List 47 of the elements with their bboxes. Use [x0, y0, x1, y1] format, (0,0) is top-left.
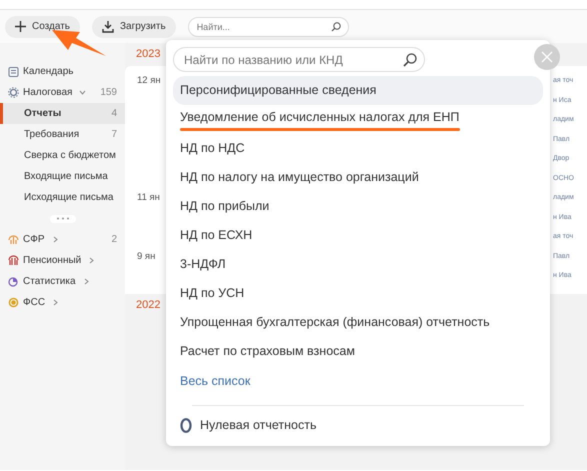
- menu-item[interactable]: Расчет по страховым взносам: [173, 337, 543, 366]
- count-label: 159: [100, 86, 117, 100]
- menu-item[interactable]: НД по налогу на имущество организаций: [173, 163, 543, 192]
- sidebar-item[interactable]: Пенсионный: [0, 250, 125, 271]
- menu-item[interactable]: Персонифицированные сведения: [173, 76, 543, 105]
- sidebar-label: Требования: [24, 128, 80, 142]
- sidebar-item[interactable]: Статистика: [0, 271, 125, 292]
- all-list-link[interactable]: Весь список: [173, 366, 258, 397]
- create-button[interactable]: Создать: [5, 16, 80, 38]
- count-label: 2: [111, 233, 117, 247]
- sidebar-item[interactable]: Исходящие письма: [0, 187, 125, 208]
- menu-item[interactable]: 3-НДФЛ: [173, 250, 543, 279]
- menu-item[interactable]: НД по прибыли: [173, 192, 543, 221]
- sidebar-item[interactable]: СФР 2: [0, 229, 125, 250]
- menu-item[interactable]: НД по УСН: [173, 279, 543, 308]
- sidebar-label: Статистика: [23, 275, 76, 289]
- sidebar-item[interactable]: Требования 7: [0, 124, 125, 145]
- count-label: 7: [111, 128, 117, 142]
- year-label: 2023: [136, 47, 160, 62]
- sidebar-item[interactable]: Входящие письма: [0, 166, 125, 187]
- sidebar-label: Отчеты: [24, 107, 62, 121]
- menu-item[interactable]: Упрощенная бухгалтерская (финансовая) отчетность: [173, 308, 543, 337]
- year-label: 2022: [136, 298, 160, 313]
- sidebar-label: Входящие письма: [24, 170, 108, 184]
- search-field[interactable]: Найти...: [188, 16, 349, 36]
- menu-item[interactable]: НД по НДС: [173, 134, 543, 163]
- menu-item[interactable]: НД по ЕСХН: [173, 221, 543, 250]
- sidebar-item[interactable]: Сверка с бюджетом: [0, 145, 125, 166]
- upload-button[interactable]: Загрузить: [92, 16, 176, 38]
- sidebar-label: Налоговая: [23, 86, 72, 100]
- menu-item[interactable]: Уведомление об исчисленных налогах для ЕНП: [173, 105, 543, 134]
- date-label: 11 ян: [136, 191, 161, 206]
- sidebar-item[interactable]: ФСС: [0, 292, 125, 313]
- menu-item-label: Нулевая отчетность: [200, 416, 316, 434]
- date-label: 12 ян: [136, 74, 162, 88]
- sidebar-label: Исходящие письма: [24, 191, 114, 205]
- sidebar-label: СФР: [23, 233, 44, 247]
- sidebar-label: Пенсионный: [23, 254, 82, 268]
- sidebar-label: Календарь: [23, 65, 74, 79]
- sidebar-label: ФСС: [23, 296, 46, 310]
- date-label: 9 ян: [136, 250, 156, 264]
- count-label: 4: [111, 107, 117, 121]
- sidebar-item[interactable]: Календарь: [0, 61, 125, 82]
- search-field[interactable]: Найти по названию или КНД: [173, 47, 425, 72]
- sidebar-item[interactable]: Отчеты 4: [0, 103, 125, 124]
- sidebar-label: Сверка с бюджетом: [24, 149, 116, 163]
- sidebar-item[interactable]: Налоговая 159: [0, 82, 125, 103]
